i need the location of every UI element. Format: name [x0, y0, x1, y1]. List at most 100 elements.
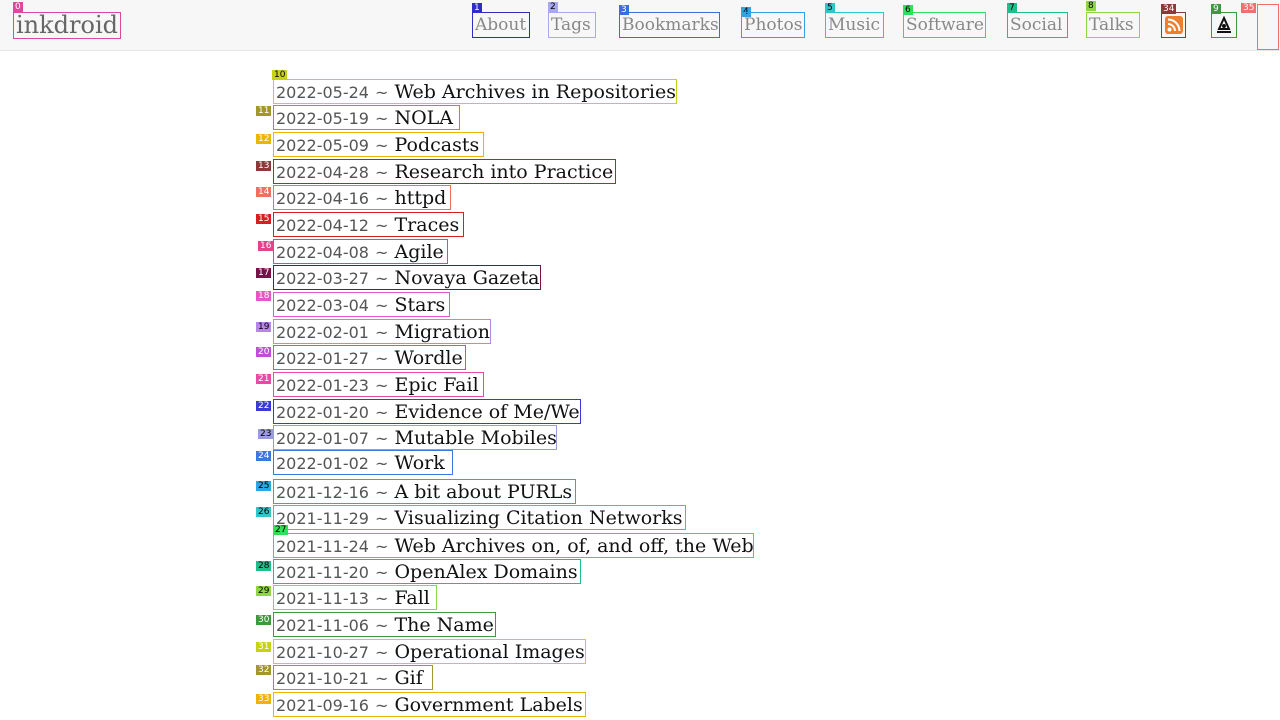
post-link[interactable]: 2022-05-09 ~ Podcasts: [273, 132, 484, 157]
post-link[interactable]: 2022-01-02 ~ Work: [273, 450, 453, 475]
marker-label: 15: [256, 214, 272, 224]
feed-link[interactable]: [1161, 12, 1186, 38]
post-title: Web Archives on, of, and off, the Web: [394, 535, 754, 557]
marker-label: 11: [256, 106, 272, 116]
post-link[interactable]: 2022-02-01 ~ Migration: [273, 319, 491, 344]
post-link[interactable]: 2022-04-28 ~ Research into Practice: [273, 159, 616, 184]
post-link[interactable]: 2021-11-24 ~ Web Archives on, of, and of…: [273, 533, 754, 558]
post-title: Wordle: [394, 347, 463, 369]
post-title: Epic Fail: [394, 374, 479, 396]
marker-label: 24: [256, 451, 272, 461]
nav-social[interactable]: Social: [1007, 12, 1068, 38]
post-title: Fall: [394, 587, 430, 609]
post-link[interactable]: 2021-12-16 ~ A bit about PURLs: [273, 479, 576, 504]
date-separator: ~: [375, 109, 389, 128]
post-date: 2022-01-20: [276, 403, 369, 422]
post-title: The Name: [394, 614, 494, 636]
marker-label: 22: [256, 401, 272, 411]
post-link[interactable]: 2022-01-07 ~ Mutable Mobiles: [273, 425, 557, 450]
post-link[interactable]: 2021-09-16 ~ Government Labels: [273, 692, 586, 717]
post-link[interactable]: 2022-01-23 ~ Epic Fail: [273, 372, 484, 397]
date-separator: ~: [375, 243, 389, 262]
post-date: 2022-04-08: [276, 243, 369, 262]
post-date: 2022-01-02: [276, 454, 369, 473]
post-title: Podcasts: [394, 134, 480, 156]
post-date: 2022-05-24: [276, 83, 369, 102]
home-logo-link[interactable]: [1211, 12, 1237, 38]
date-separator: ~: [375, 616, 389, 635]
post-link[interactable]: 2022-03-04 ~ Stars: [273, 292, 450, 317]
post-date: 2021-12-16: [276, 483, 369, 502]
date-separator: ~: [375, 163, 389, 182]
post-link[interactable]: 2022-01-20 ~ Evidence of Me/We: [273, 399, 581, 424]
date-separator: ~: [375, 454, 389, 473]
date-separator: ~: [375, 669, 389, 688]
date-separator: ~: [375, 83, 389, 102]
marker-label: 30: [256, 615, 272, 625]
post-link[interactable]: 2022-05-19 ~ NOLA: [273, 105, 460, 130]
post-title: Evidence of Me/We: [394, 401, 580, 423]
post-link[interactable]: 2022-04-16 ~ httpd: [273, 185, 451, 210]
post-date: 2022-03-04: [276, 296, 369, 315]
date-separator: ~: [375, 189, 389, 208]
post-link[interactable]: 2022-04-12 ~ Traces: [273, 212, 464, 237]
date-separator: ~: [375, 537, 389, 556]
overflow-box[interactable]: [1257, 4, 1279, 50]
marker-label: 21: [256, 374, 272, 384]
post-date: 2022-04-16: [276, 189, 369, 208]
post-title: Stars: [394, 294, 446, 316]
nav-photos[interactable]: Photos: [741, 12, 805, 38]
post-title: OpenAlex Domains: [394, 561, 578, 583]
post-link[interactable]: 2021-11-20 ~ OpenAlex Domains: [273, 559, 581, 584]
post-title: Government Labels: [394, 694, 583, 716]
nav-talks[interactable]: Talks: [1086, 12, 1140, 38]
post-link[interactable]: 2021-11-29 ~ Visualizing Citation Networ…: [273, 505, 686, 530]
post-link[interactable]: 2021-10-27 ~ Operational Images: [273, 639, 586, 664]
date-separator: ~: [375, 349, 389, 368]
marker-label: 28: [256, 561, 272, 571]
date-separator: ~: [375, 216, 389, 235]
date-separator: ~: [375, 643, 389, 662]
marker-label: 26: [256, 507, 272, 517]
marker-label: 32: [256, 665, 272, 675]
post-date: 2022-05-09: [276, 136, 369, 155]
post-title: Work: [394, 452, 445, 474]
date-separator: ~: [375, 509, 389, 528]
post-date: 2021-11-29: [276, 509, 369, 528]
nav-tags[interactable]: Tags: [548, 12, 596, 38]
post-title: Web Archives in Repositories: [394, 81, 676, 103]
marker-label: 12: [256, 134, 272, 144]
post-date: 2022-02-01: [276, 323, 369, 342]
date-separator: ~: [375, 403, 389, 422]
site-logo-link[interactable]: inkdroid: [13, 12, 121, 39]
marker-label: 20: [256, 347, 272, 357]
date-separator: ~: [375, 589, 389, 608]
nav-bookmarks[interactable]: Bookmarks: [619, 12, 720, 38]
post-link[interactable]: 2022-04-08 ~ Agile: [273, 239, 448, 264]
rss-icon: [1165, 16, 1183, 34]
post-link[interactable]: 2021-11-06 ~ The Name: [273, 612, 496, 637]
marker-label: 13: [256, 161, 272, 171]
date-separator: ~: [375, 483, 389, 502]
nav-music[interactable]: Music: [825, 12, 884, 38]
post-link[interactable]: 2021-10-21 ~ Gif: [273, 665, 433, 690]
post-date: 2021-11-06: [276, 616, 369, 635]
date-separator: ~: [375, 296, 389, 315]
post-link[interactable]: 2022-05-24 ~ Web Archives in Repositorie…: [273, 79, 677, 104]
marker-label: 31: [256, 642, 272, 652]
date-separator: ~: [375, 429, 389, 448]
post-link[interactable]: 2022-01-27 ~ Wordle: [273, 345, 466, 370]
nav-software[interactable]: Software: [903, 12, 986, 38]
date-separator: ~: [375, 136, 389, 155]
date-separator: ~: [375, 323, 389, 342]
post-link[interactable]: 2021-11-13 ~ Fall: [273, 585, 437, 610]
nav-about[interactable]: About: [472, 12, 530, 38]
marker-label: 29: [256, 586, 272, 596]
post-title: NOLA: [394, 107, 454, 129]
date-separator: ~: [375, 269, 389, 288]
post-title: Research into Practice: [394, 161, 614, 183]
marker-label: 25: [256, 481, 272, 491]
post-date: 2022-04-12: [276, 216, 369, 235]
post-date: 2021-10-27: [276, 643, 369, 662]
post-link[interactable]: 2022-03-27 ~ Novaya Gazeta: [273, 265, 541, 290]
